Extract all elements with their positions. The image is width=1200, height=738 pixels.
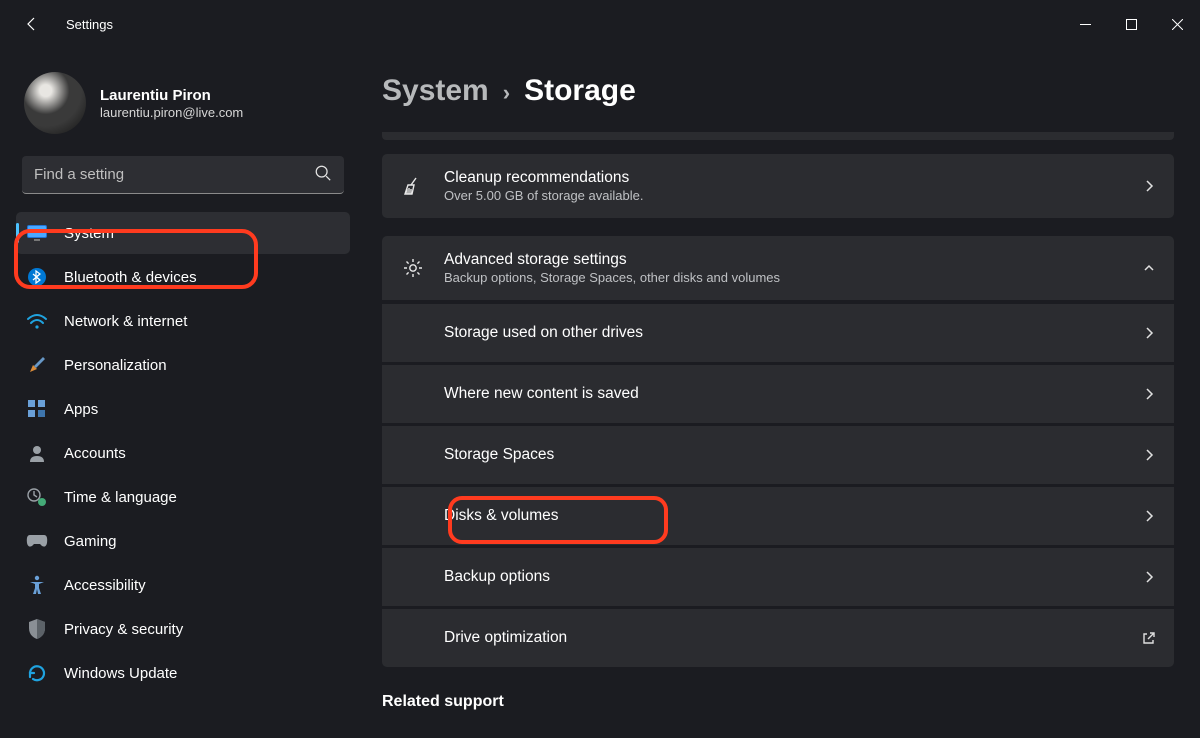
clock-globe-icon: [26, 486, 48, 508]
sidebar-item-bluetooth[interactable]: Bluetooth & devices: [16, 256, 350, 298]
sidebar-item-label: Personalization: [64, 357, 167, 374]
advanced-subitems: Storage used on other drives Where new c…: [382, 304, 1174, 667]
sidebar-item-accessibility[interactable]: Accessibility: [16, 564, 350, 606]
minimize-button[interactable]: [1062, 7, 1108, 41]
broom-icon: [400, 175, 426, 197]
sidebar-item-personalization[interactable]: Personalization: [16, 344, 350, 386]
card-storage-other-drives[interactable]: Storage used on other drives: [382, 304, 1174, 362]
maximize-button[interactable]: [1108, 7, 1154, 41]
sidebar-item-label: Privacy & security: [64, 621, 183, 638]
card-disks-volumes[interactable]: Disks & volumes: [382, 487, 1174, 545]
person-icon: [26, 442, 48, 464]
chevron-right-icon: [1142, 448, 1156, 462]
search-input[interactable]: [22, 156, 344, 194]
card-drive-optimization[interactable]: Drive optimization: [382, 609, 1174, 667]
sidebar-item-apps[interactable]: Apps: [16, 388, 350, 430]
sidebar-item-label: Apps: [64, 401, 98, 418]
card-subtitle: Over 5.00 GB of storage available.: [444, 188, 643, 203]
sidebar: Laurentiu Piron laurentiu.piron@live.com…: [0, 48, 360, 738]
profile-block[interactable]: Laurentiu Piron laurentiu.piron@live.com: [24, 72, 342, 134]
profile-name: Laurentiu Piron: [100, 87, 243, 104]
main-content: System › Storage Cleanup recommendations…: [360, 48, 1200, 738]
card-list: Cleanup recommendations Over 5.00 GB of …: [382, 154, 1174, 667]
card-subtitle: Backup options, Storage Spaces, other di…: [444, 270, 780, 285]
back-button[interactable]: [16, 8, 48, 40]
card-cleanup-recommendations[interactable]: Cleanup recommendations Over 5.00 GB of …: [382, 154, 1174, 218]
card-title: Drive optimization: [444, 629, 567, 647]
gamepad-icon: [26, 530, 48, 552]
card-title: Cleanup recommendations: [444, 169, 643, 187]
sidebar-item-accounts[interactable]: Accounts: [16, 432, 350, 474]
chevron-right-icon: [1142, 387, 1156, 401]
gear-icon: [400, 257, 426, 279]
chevron-right-icon: [1142, 509, 1156, 523]
sidebar-item-label: Accounts: [64, 445, 126, 462]
breadcrumb: System › Storage: [382, 74, 1174, 108]
maximize-icon: [1126, 19, 1137, 30]
sidebar-item-network[interactable]: Network & internet: [16, 300, 350, 342]
sidebar-item-windows-update[interactable]: Windows Update: [16, 652, 350, 694]
card-title: Advanced storage settings: [444, 251, 780, 269]
app-title: Settings: [66, 17, 113, 32]
sidebar-item-label: Network & internet: [64, 313, 187, 330]
search-icon: [314, 164, 332, 182]
settings-window: Settings Laurentiu Piron laurentiu.piron…: [0, 0, 1200, 738]
nav: System Bluetooth & devices Network & int…: [16, 212, 350, 694]
minimize-icon: [1080, 19, 1091, 30]
card-where-new-content[interactable]: Where new content is saved: [382, 365, 1174, 423]
update-icon: [26, 662, 48, 684]
close-button[interactable]: [1154, 7, 1200, 41]
titlebar: Settings: [0, 0, 1200, 48]
sidebar-item-label: Accessibility: [64, 577, 146, 594]
sidebar-item-label: Gaming: [64, 533, 117, 550]
chevron-right-icon: [1142, 570, 1156, 584]
search-box: [22, 156, 344, 194]
display-icon: [26, 222, 48, 244]
card-advanced-storage[interactable]: Advanced storage settings Backup options…: [382, 236, 1174, 300]
arrow-left-icon: [24, 16, 40, 32]
card-title: Backup options: [444, 568, 550, 586]
card-title: Disks & volumes: [444, 507, 559, 525]
window-controls: [1062, 7, 1200, 41]
close-icon: [1172, 19, 1183, 30]
related-support-heading: Related support: [382, 693, 1174, 711]
paintbrush-icon: [26, 354, 48, 376]
sidebar-item-label: Bluetooth & devices: [64, 269, 197, 286]
collapsed-card-edge: [382, 132, 1174, 140]
sidebar-item-privacy[interactable]: Privacy & security: [16, 608, 350, 650]
body: Laurentiu Piron laurentiu.piron@live.com…: [0, 48, 1200, 738]
bluetooth-icon: [26, 266, 48, 288]
card-title: Storage Spaces: [444, 446, 554, 464]
sidebar-item-time-language[interactable]: Time & language: [16, 476, 350, 518]
sidebar-item-system[interactable]: System: [16, 212, 350, 254]
apps-icon: [26, 398, 48, 420]
card-storage-spaces[interactable]: Storage Spaces: [382, 426, 1174, 484]
card-title: Where new content is saved: [444, 385, 639, 403]
external-link-icon: [1141, 631, 1156, 646]
sidebar-item-label: System: [64, 225, 114, 242]
accessibility-icon: [26, 574, 48, 596]
breadcrumb-parent[interactable]: System: [382, 74, 489, 108]
wifi-icon: [26, 310, 48, 332]
shield-icon: [26, 618, 48, 640]
card-backup-options[interactable]: Backup options: [382, 548, 1174, 606]
breadcrumb-current: Storage: [524, 74, 636, 108]
sidebar-item-gaming[interactable]: Gaming: [16, 520, 350, 562]
sidebar-item-label: Time & language: [64, 489, 177, 506]
profile-email: laurentiu.piron@live.com: [100, 105, 243, 120]
sidebar-item-label: Windows Update: [64, 665, 177, 682]
chevron-up-icon: [1142, 261, 1156, 275]
avatar: [24, 72, 86, 134]
card-title: Storage used on other drives: [444, 324, 643, 342]
chevron-right-icon: [1142, 326, 1156, 340]
chevron-right-icon: [1142, 179, 1156, 193]
chevron-right-icon: ›: [503, 80, 510, 106]
